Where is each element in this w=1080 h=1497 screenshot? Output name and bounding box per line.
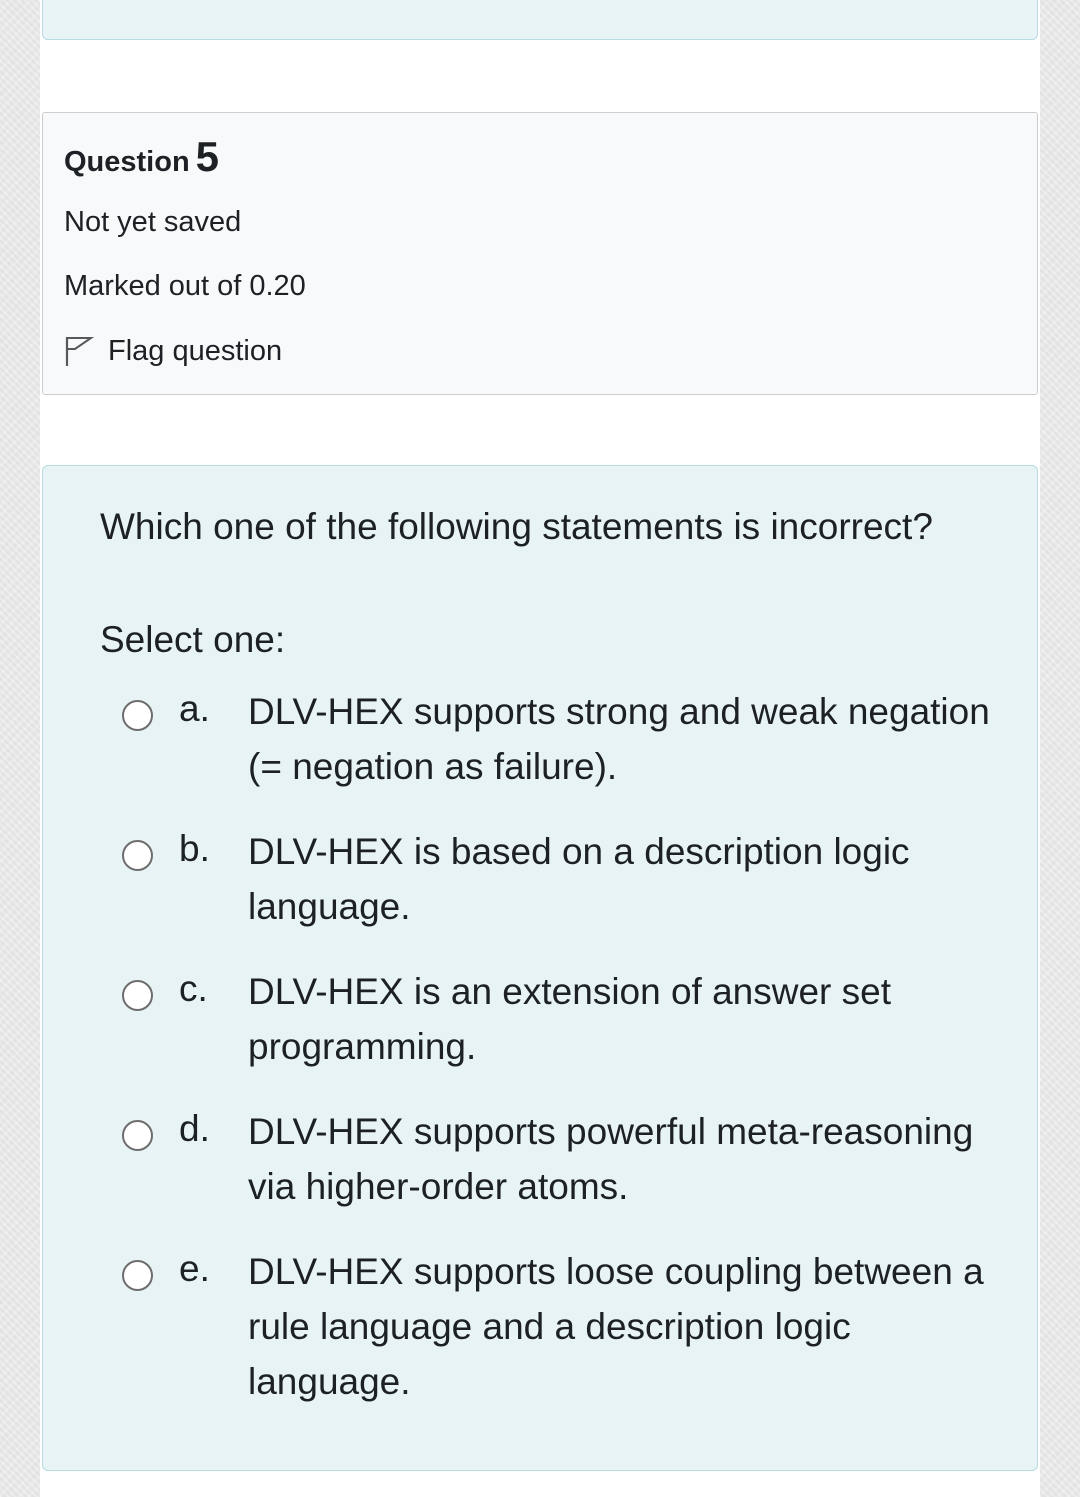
radio-button-d[interactable] xyxy=(122,1120,153,1151)
radio-button-c[interactable] xyxy=(122,980,153,1011)
option-letter-b: b. xyxy=(179,828,210,869)
question-number: 5 xyxy=(195,133,220,180)
question-state: Not yet saved xyxy=(64,206,242,238)
flag-question-label: Flag question xyxy=(108,334,283,367)
previous-question-formulation xyxy=(42,0,1038,40)
option-letter-a: a. xyxy=(179,688,210,729)
option-letter-c: c. xyxy=(179,968,208,1009)
question-grade: Marked out of 0.20 xyxy=(64,270,306,302)
radio-button-e[interactable] xyxy=(122,1260,153,1291)
radio-button-a[interactable] xyxy=(122,700,153,731)
question-text: Which one of the following statements is… xyxy=(100,506,933,547)
option-letter-d: d. xyxy=(179,1108,210,1149)
question-label: Question xyxy=(64,146,190,178)
flag-question-button[interactable]: Flag question xyxy=(64,333,282,369)
option-text-e: DLV-HEX supports loose coupling between … xyxy=(248,1251,984,1402)
option-text-c: DLV-HEX is an extension of answer set pr… xyxy=(248,971,892,1067)
option-text-d: DLV-HEX supports powerful meta-reasoning… xyxy=(248,1111,974,1207)
option-text-a: DLV-HEX supports strong and weak negatio… xyxy=(248,691,990,787)
select-one-prompt: Select one: xyxy=(100,619,286,660)
option-letter-e: e. xyxy=(179,1248,210,1289)
question-formulation: Which one of the following statements is… xyxy=(42,465,1038,1471)
flag-outline-icon xyxy=(64,335,95,367)
question-number-heading: Question 5 xyxy=(64,133,219,181)
question-info-box: Question 5 Not yet saved Marked out of 0.… xyxy=(42,112,1038,395)
option-text-b: DLV-HEX is based on a description logic … xyxy=(248,831,910,927)
radio-button-b[interactable] xyxy=(122,840,153,871)
